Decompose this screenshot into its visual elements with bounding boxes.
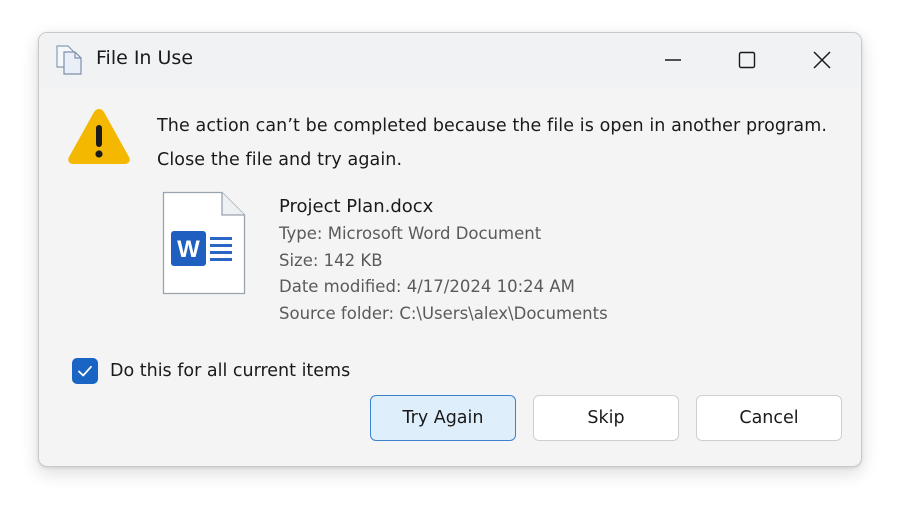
title-bar[interactable]: File In Use [39, 33, 861, 87]
minimize-icon [665, 59, 681, 61]
file-in-use-dialog: File In Use The action can’t be complete… [38, 32, 862, 467]
apply-to-all-option[interactable]: Do this for all current items [72, 358, 350, 384]
word-letter: W [177, 236, 200, 263]
skip-button[interactable]: Skip [533, 395, 679, 441]
minimize-button[interactable] [650, 41, 696, 79]
close-button[interactable] [799, 41, 845, 79]
message-line-1: The action can’t be completed because th… [157, 116, 828, 136]
word-document-icon: W [162, 191, 246, 295]
message-line-2: Close the file and try again. [157, 150, 403, 170]
file-details: Project Plan.docx Type: Microsoft Word D… [279, 193, 608, 327]
cancel-button[interactable]: Cancel [696, 395, 842, 441]
apply-to-all-checkbox[interactable] [72, 358, 98, 384]
warning-icon [65, 105, 133, 167]
file-size: Size: 142 KB [279, 250, 383, 270]
copy-files-icon [55, 45, 83, 75]
window-title: File In Use [96, 47, 194, 69]
try-again-button[interactable]: Try Again [370, 395, 516, 441]
file-type: Type: Microsoft Word Document [279, 224, 542, 243]
close-icon [813, 51, 831, 69]
maximize-button[interactable] [724, 41, 770, 79]
maximize-icon [738, 51, 756, 69]
error-message: The action can’t be completed because th… [157, 109, 827, 177]
apply-to-all-label[interactable]: Do this for all current items [110, 361, 350, 381]
file-name: Project Plan.docx [279, 196, 434, 217]
file-source-folder: Source folder: C:\Users\alex\Documents [279, 303, 608, 323]
file-date-modified: Date modified: 4/17/2024 10:24 AM [279, 277, 575, 296]
checkmark-icon [78, 365, 92, 377]
